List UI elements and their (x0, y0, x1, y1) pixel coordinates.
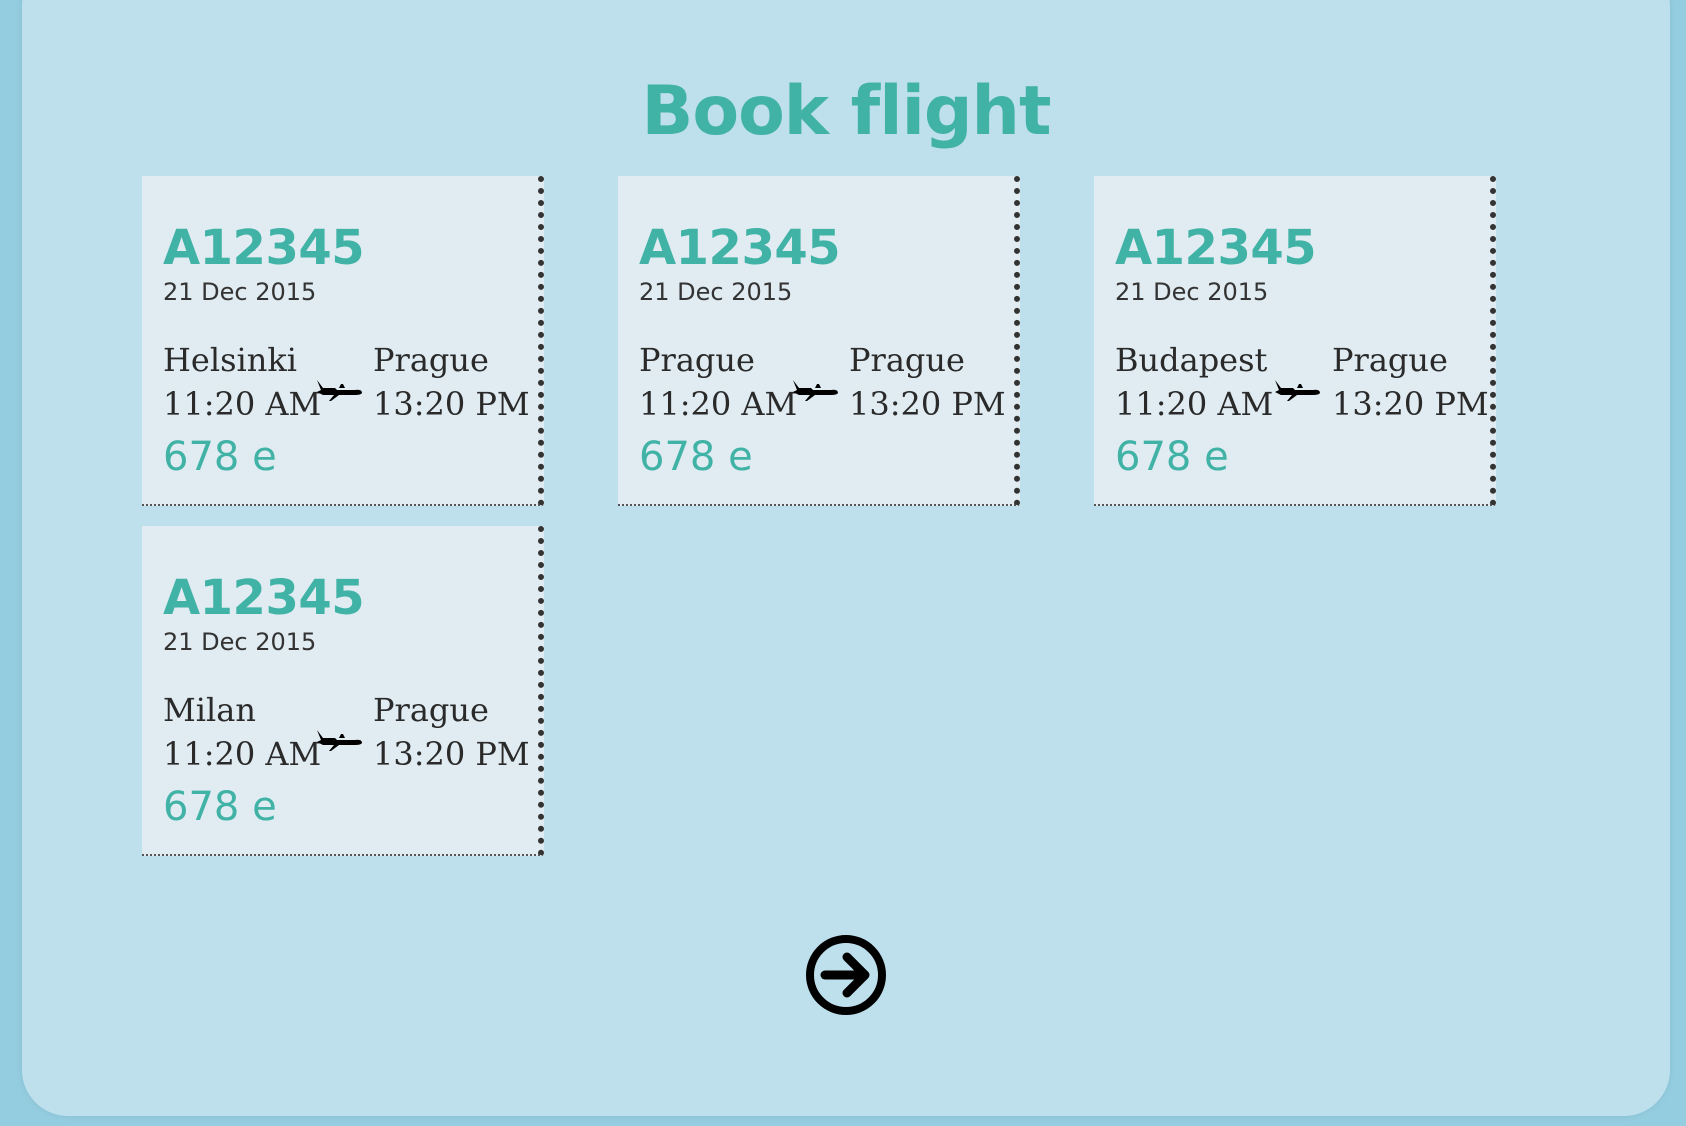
departure-time: 11:20 AM (639, 385, 798, 423)
flight-code: A12345 (163, 220, 365, 276)
flight-card[interactable]: A12345 21 Dec 2015 Helsinki 11:20 AM Pra… (142, 176, 544, 506)
destination-city: Prague (373, 691, 489, 729)
next-button[interactable] (805, 934, 887, 1016)
flight-destination: Prague 13:20 PM (373, 338, 530, 426)
flight-origin: Milan 11:20 AM (163, 688, 321, 776)
flight-price: 678 e (163, 434, 277, 480)
departure-time: 11:20 AM (163, 735, 322, 773)
flight-date: 21 Dec 2015 (1115, 278, 1269, 306)
airplane-icon (1275, 380, 1320, 401)
flight-route: Helsinki 11:20 AM Prague 13:20 PM (163, 338, 530, 430)
origin-city: Helsinki (163, 341, 297, 379)
page-title: Book flight (641, 72, 1052, 151)
flight-origin: Prague 11:20 AM (639, 338, 797, 426)
flight-origin: Budapest 11:20 AM (1115, 338, 1273, 426)
airplane-icon (317, 730, 362, 751)
flight-destination: Prague 13:20 PM (373, 688, 530, 776)
destination-city: Prague (849, 341, 965, 379)
flight-card[interactable]: A12345 21 Dec 2015 Prague 11:20 AM Pragu… (618, 176, 1020, 506)
airplane-icon (793, 380, 838, 401)
flight-date: 21 Dec 2015 (163, 278, 317, 306)
flight-price: 678 e (639, 434, 753, 480)
flight-date: 21 Dec 2015 (163, 628, 317, 656)
flight-origin: Helsinki 11:20 AM (163, 338, 321, 426)
destination-city: Prague (1332, 341, 1448, 379)
flight-route: Budapest 11:20 AM Prague 13:20 PM (1115, 338, 1489, 430)
flight-route: Prague 11:20 AM Prague 13:20 PM (639, 338, 1006, 430)
departure-time: 11:20 AM (1115, 385, 1274, 423)
arrival-time: 13:20 PM (373, 385, 530, 423)
airplane-icon (317, 380, 362, 401)
arrow-right-circle-icon (806, 935, 886, 1015)
flight-code: A12345 (1115, 220, 1317, 276)
flight-card[interactable]: A12345 21 Dec 2015 Milan 11:20 AM Prague… (142, 526, 544, 856)
flight-code: A12345 (639, 220, 841, 276)
departure-time: 11:20 AM (163, 385, 322, 423)
arrival-time: 13:20 PM (849, 385, 1006, 423)
flight-card[interactable]: A12345 21 Dec 2015 Budapest 11:20 AM Pra… (1094, 176, 1496, 506)
flight-date: 21 Dec 2015 (639, 278, 793, 306)
destination-city: Prague (373, 341, 489, 379)
flight-route: Milan 11:20 AM Prague 13:20 PM (163, 688, 530, 780)
flight-destination: Prague 13:20 PM (1332, 338, 1489, 426)
flight-code: A12345 (163, 570, 365, 626)
arrival-time: 13:20 PM (1332, 385, 1489, 423)
arrival-time: 13:20 PM (373, 735, 530, 773)
flight-price: 678 e (163, 784, 277, 830)
origin-city: Milan (163, 691, 256, 729)
flight-price: 678 e (1115, 434, 1229, 480)
origin-city: Prague (639, 341, 755, 379)
origin-city: Budapest (1115, 341, 1268, 379)
flight-destination: Prague 13:20 PM (849, 338, 1006, 426)
